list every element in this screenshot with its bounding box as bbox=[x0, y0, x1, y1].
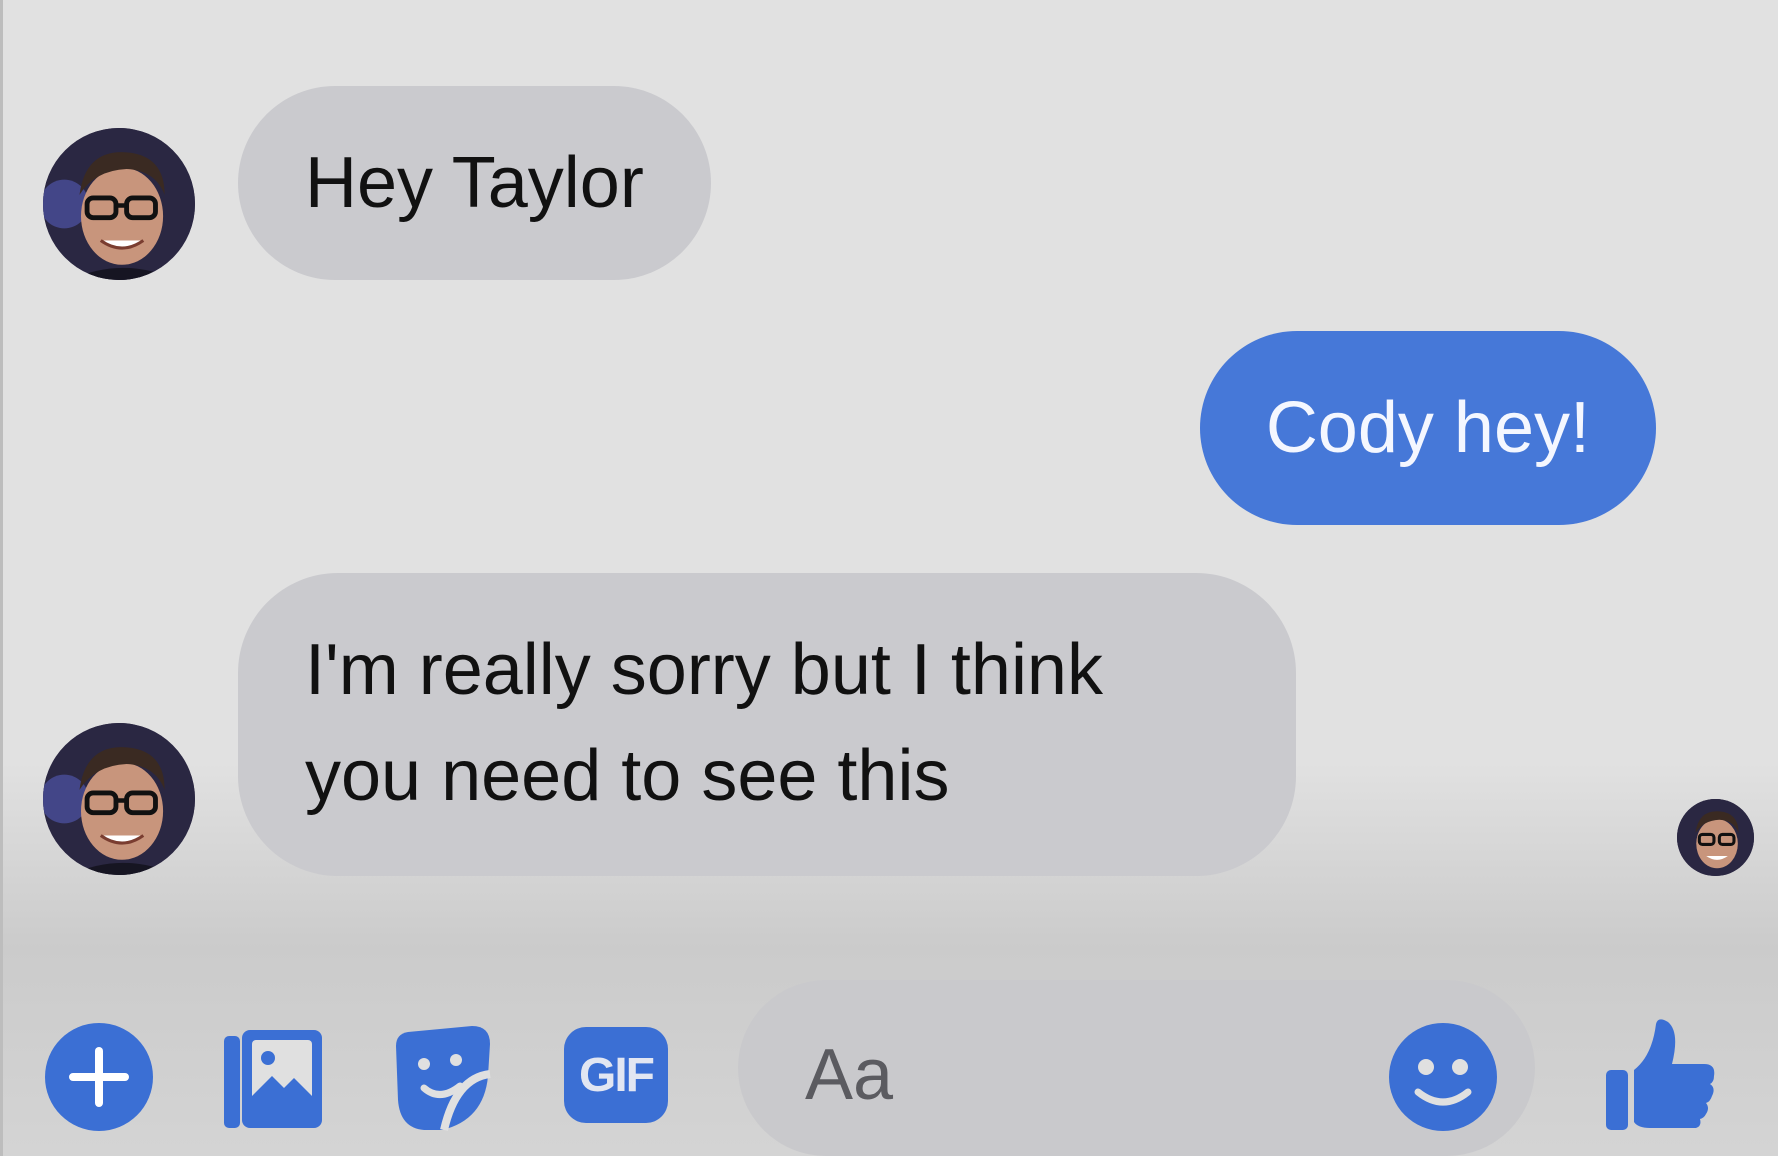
message-bubble-outgoing[interactable]: Cody hey! bbox=[1199, 331, 1656, 525]
gif-button[interactable]: GIF bbox=[564, 1027, 668, 1123]
message-text: Hey Taylor bbox=[305, 143, 644, 223]
image-icon bbox=[224, 1030, 322, 1128]
gif-icon: GIF bbox=[579, 1048, 655, 1102]
plus-icon bbox=[45, 1023, 153, 1131]
like-button[interactable] bbox=[1604, 1018, 1716, 1132]
message-input-placeholder: Aa bbox=[805, 1035, 894, 1115]
message-text-line: you need to see this bbox=[305, 736, 950, 816]
sticker-icon bbox=[396, 1026, 491, 1131]
image-button[interactable] bbox=[220, 1026, 326, 1132]
emoji-icon bbox=[1389, 1023, 1497, 1131]
sender-avatar[interactable] bbox=[43, 128, 195, 280]
plus-button[interactable] bbox=[44, 1022, 154, 1132]
avatar-photo bbox=[1677, 799, 1754, 876]
avatar-photo bbox=[43, 128, 195, 280]
emoji-button[interactable] bbox=[1388, 1022, 1498, 1132]
sender-avatar[interactable] bbox=[43, 723, 195, 875]
message-text: Cody hey! bbox=[1265, 388, 1590, 468]
message-text-line: I'm really sorry but I think bbox=[305, 630, 1103, 710]
messenger-chat-screen: Hey Taylor Cody hey! I'm really sorry bu… bbox=[0, 0, 1778, 1156]
seen-receipt-avatar bbox=[1677, 799, 1754, 876]
avatar-photo bbox=[43, 723, 195, 875]
message-bubble-incoming[interactable]: Hey Taylor bbox=[238, 86, 711, 280]
window-edge bbox=[0, 0, 3, 1156]
thumbs-up-icon bbox=[1606, 1019, 1715, 1130]
message-bubble-incoming[interactable]: I'm really sorry but I think you need to… bbox=[238, 573, 1296, 876]
sticker-button[interactable] bbox=[394, 1024, 494, 1134]
